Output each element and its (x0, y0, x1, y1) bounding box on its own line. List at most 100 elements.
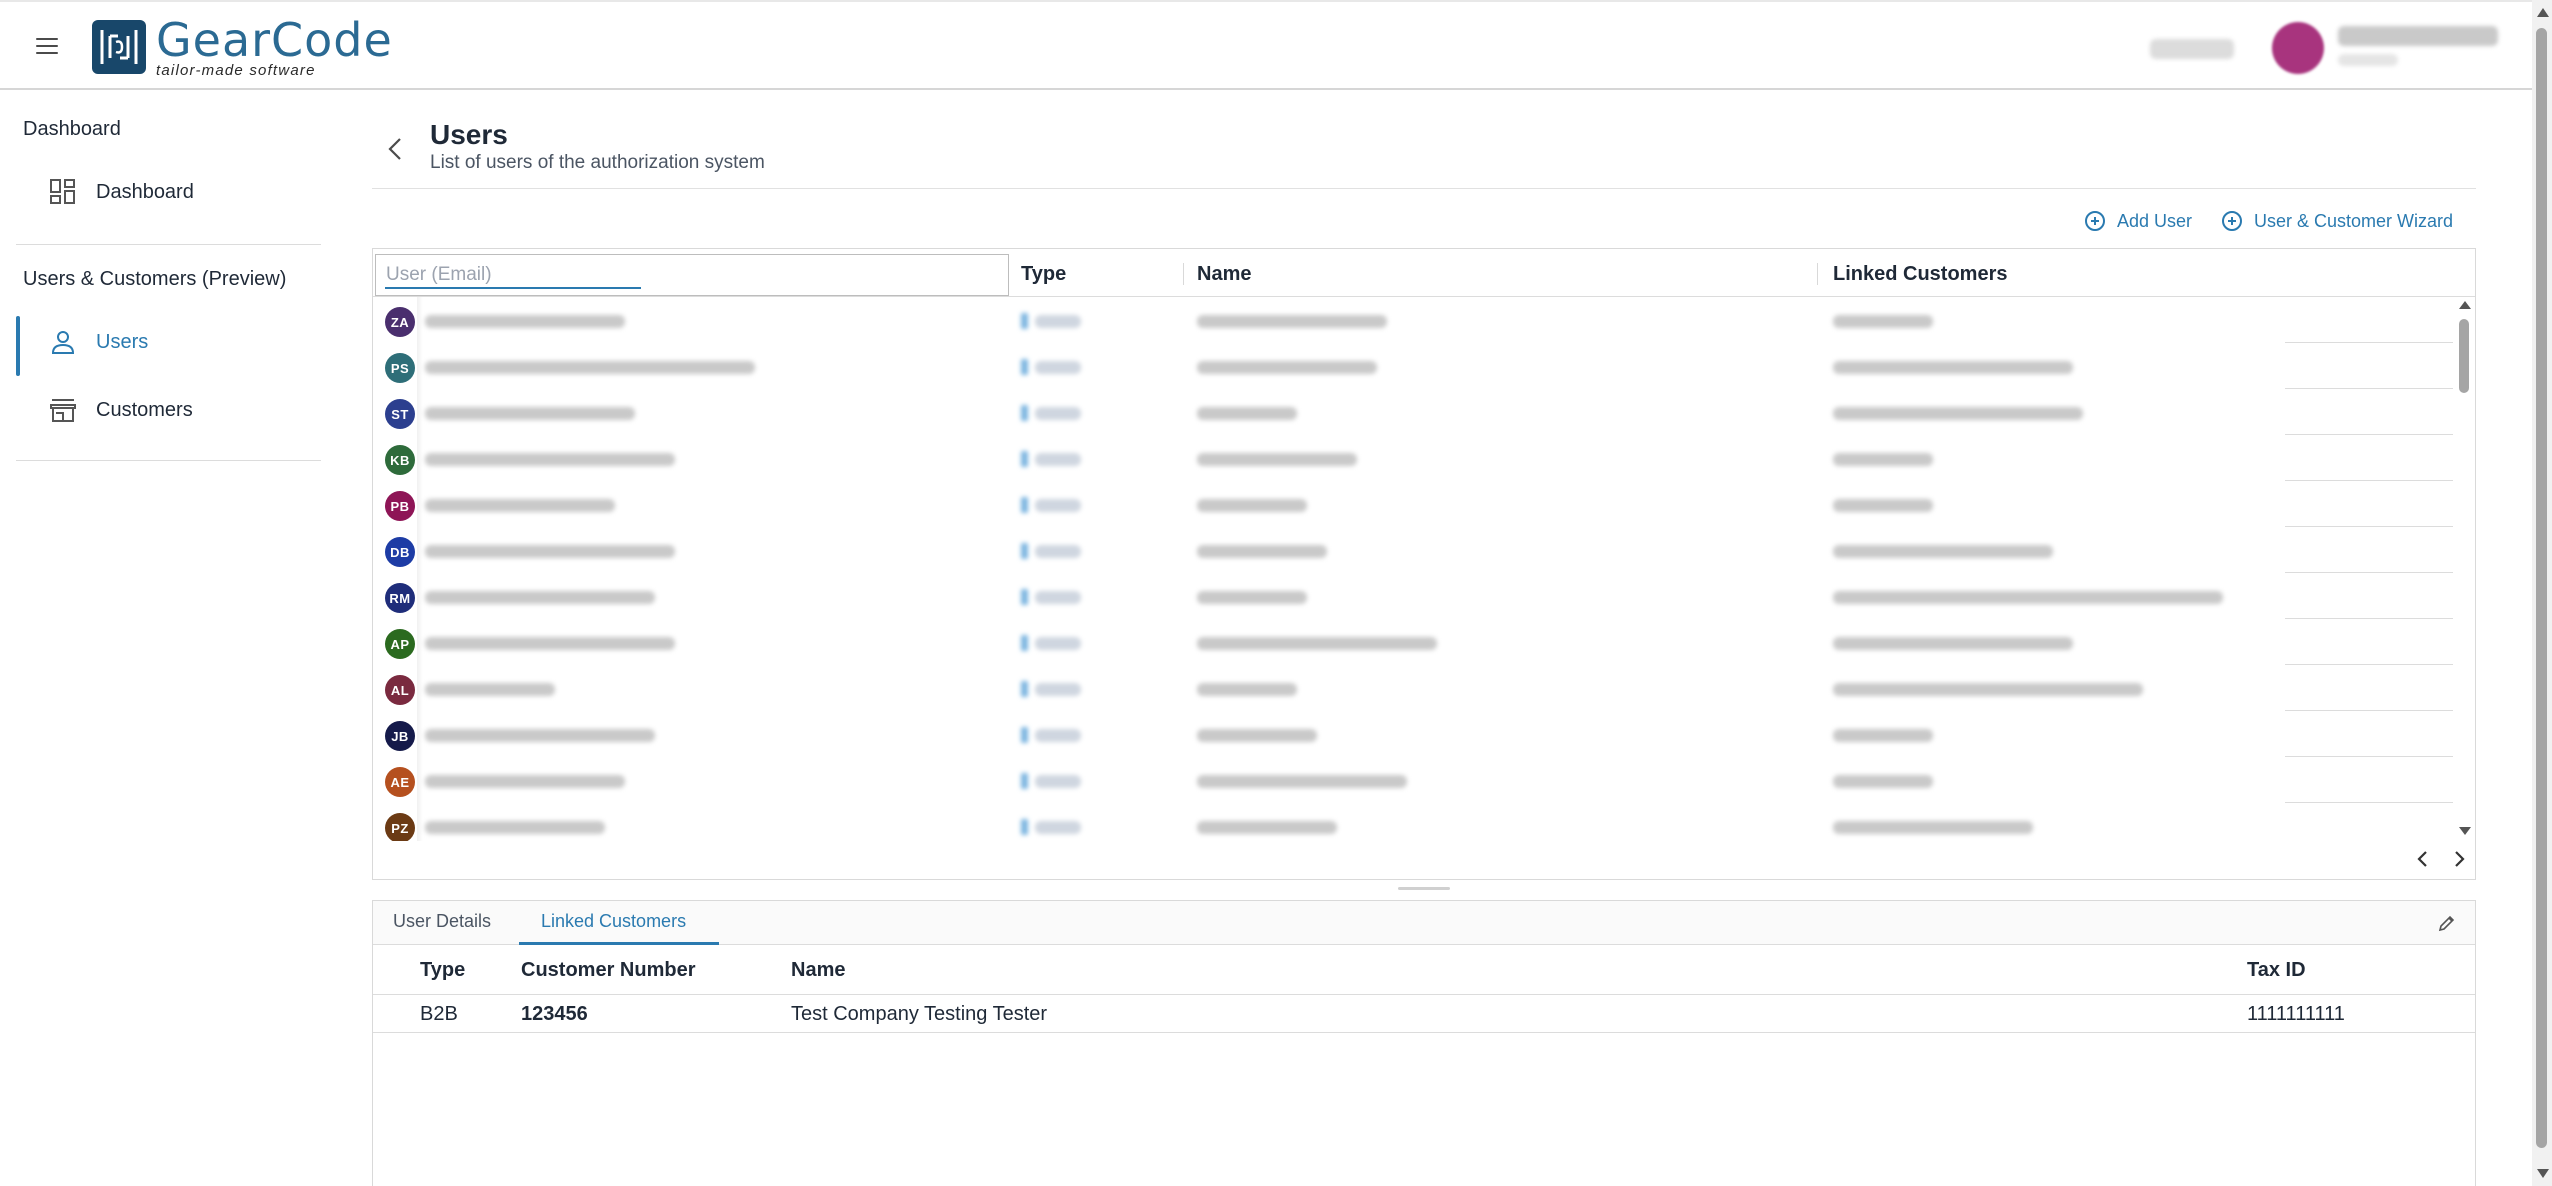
user-type-icon (1021, 543, 1028, 559)
redacted-name (1197, 775, 1407, 788)
redacted-name (1197, 361, 1377, 374)
grid-scrollbar[interactable] (2455, 297, 2473, 837)
filter-focus-underline (385, 287, 641, 289)
row-shade (417, 389, 423, 435)
user-detail-panel: User Details Linked Customers Type Custo… (372, 900, 2476, 1186)
redacted-linked-customers (1833, 637, 2073, 650)
user-avatar: PB (385, 491, 415, 521)
table-row[interactable]: B2B 123456 Test Company Testing Tester 1… (373, 995, 2475, 1033)
title-divider (372, 188, 2476, 189)
table-row[interactable]: PB (373, 481, 2453, 527)
top-app-bar: GearCode tailor-made software (0, 0, 2552, 90)
logo-title: GearCode (156, 13, 393, 67)
table-row[interactable]: ST (373, 389, 2453, 435)
sidebar-item-users[interactable]: Users (16, 316, 321, 376)
redacted-user-name (2338, 26, 2498, 46)
scroll-down-arrow-icon[interactable] (2537, 1169, 2549, 1178)
scroll-left-chevron-icon[interactable] (2411, 847, 2435, 871)
sidebar-item-label: Dashboard (96, 180, 194, 203)
redacted-user-role (2338, 54, 2398, 66)
tab-linked-customers[interactable]: Linked Customers (541, 911, 686, 932)
redacted-name (1197, 315, 1387, 328)
column-separator[interactable] (1183, 263, 1184, 285)
user-type-icon (1021, 589, 1028, 605)
person-icon (48, 327, 78, 357)
add-user-button[interactable]: Add User (2085, 208, 2192, 234)
column-header-name[interactable]: Name (1197, 263, 1251, 286)
redacted-name (1197, 591, 1307, 604)
user-customer-wizard-button[interactable]: User & Customer Wizard (2222, 208, 2453, 234)
table-row[interactable]: RM (373, 573, 2453, 619)
user-type-icon (1021, 497, 1028, 513)
column-header-customer-number[interactable]: Customer Number (521, 959, 695, 982)
row-shade (417, 435, 423, 481)
redacted-email (425, 315, 625, 328)
column-header-type[interactable]: Type (1021, 263, 1066, 286)
add-user-label: Add User (2117, 210, 2193, 231)
menu-icon[interactable] (36, 38, 58, 54)
user-email-filter-input[interactable] (375, 254, 1009, 296)
redacted-linked-customers (1833, 729, 1933, 742)
scroll-right-chevron-icon[interactable] (2447, 847, 2471, 871)
cell-customer-number: 123456 (521, 1003, 588, 1025)
user-avatar: PS (385, 353, 415, 383)
scroll-up-arrow-icon[interactable] (2459, 301, 2471, 309)
redacted-email (425, 499, 615, 512)
user-type-icon (1021, 405, 1028, 421)
redacted-name (1197, 545, 1327, 558)
table-row[interactable]: DB (373, 527, 2453, 573)
redacted-email (425, 637, 675, 650)
tab-user-details[interactable]: User Details (393, 911, 491, 932)
column-header-type[interactable]: Type (420, 959, 465, 982)
add-circle-icon (2085, 211, 2105, 231)
row-shade (417, 297, 423, 343)
table-row[interactable]: AL (373, 665, 2453, 711)
sidebar-item-dashboard[interactable]: Dashboard (16, 166, 321, 218)
redacted-linked-customers (1833, 499, 1933, 512)
table-row[interactable]: ZA (373, 297, 2453, 343)
sidebar-item-customers[interactable]: Customers (16, 384, 321, 436)
table-row[interactable]: JB (373, 711, 2453, 757)
user-avatar: AL (385, 675, 415, 705)
column-header-name[interactable]: Name (791, 959, 845, 982)
table-row[interactable]: PZ (373, 803, 2453, 841)
page-subtitle: List of users of the authorization syste… (430, 152, 765, 173)
storefront-icon (48, 395, 78, 425)
page-title: Users (430, 119, 508, 150)
grid-scrollbar-thumb[interactable] (2459, 319, 2469, 393)
column-separator[interactable] (1817, 263, 1818, 285)
user-avatar: ST (385, 399, 415, 429)
user-type-icon (1021, 681, 1028, 697)
redacted-name (1197, 729, 1317, 742)
table-row[interactable]: AP (373, 619, 2453, 665)
redacted-type (1035, 453, 1081, 466)
redacted-email (425, 453, 675, 466)
users-grid: Type Name Linked Customers ZA PS ST KB PB DB R… (372, 248, 2476, 880)
back-chevron-icon[interactable] (384, 136, 406, 162)
column-header-tax-id[interactable]: Tax ID (2247, 959, 2306, 982)
pencil-edit-icon[interactable] (2437, 913, 2457, 933)
scroll-down-arrow-icon[interactable] (2459, 827, 2471, 835)
redacted-linked-customers (1833, 821, 2033, 834)
gearcode-logo[interactable]: GearCode tailor-made software (92, 13, 393, 79)
redacted-email (425, 775, 625, 788)
table-row[interactable]: AE (373, 757, 2453, 803)
scroll-up-arrow-icon[interactable] (2537, 8, 2549, 17)
add-circle-icon (2222, 211, 2242, 231)
resize-splitter-handle[interactable] (1398, 887, 1450, 890)
row-shade (417, 757, 423, 803)
table-row[interactable]: KB (373, 435, 2453, 481)
user-type-icon (1021, 727, 1028, 743)
redacted-type (1035, 775, 1081, 788)
user-avatar: KB (385, 445, 415, 475)
page-scrollbar[interactable] (2532, 0, 2552, 1186)
redacted-type (1035, 545, 1081, 558)
table-row[interactable]: PS (373, 343, 2453, 389)
redacted-email (425, 545, 675, 558)
user-avatar[interactable] (2272, 22, 2324, 74)
gearcode-logo-mark-icon (92, 20, 146, 74)
redacted-linked-customers (1833, 683, 2143, 696)
page-scrollbar-thumb[interactable] (2536, 28, 2547, 1148)
users-grid-header: Type Name Linked Customers (373, 249, 2475, 297)
column-header-linked-customers[interactable]: Linked Customers (1833, 263, 2007, 286)
